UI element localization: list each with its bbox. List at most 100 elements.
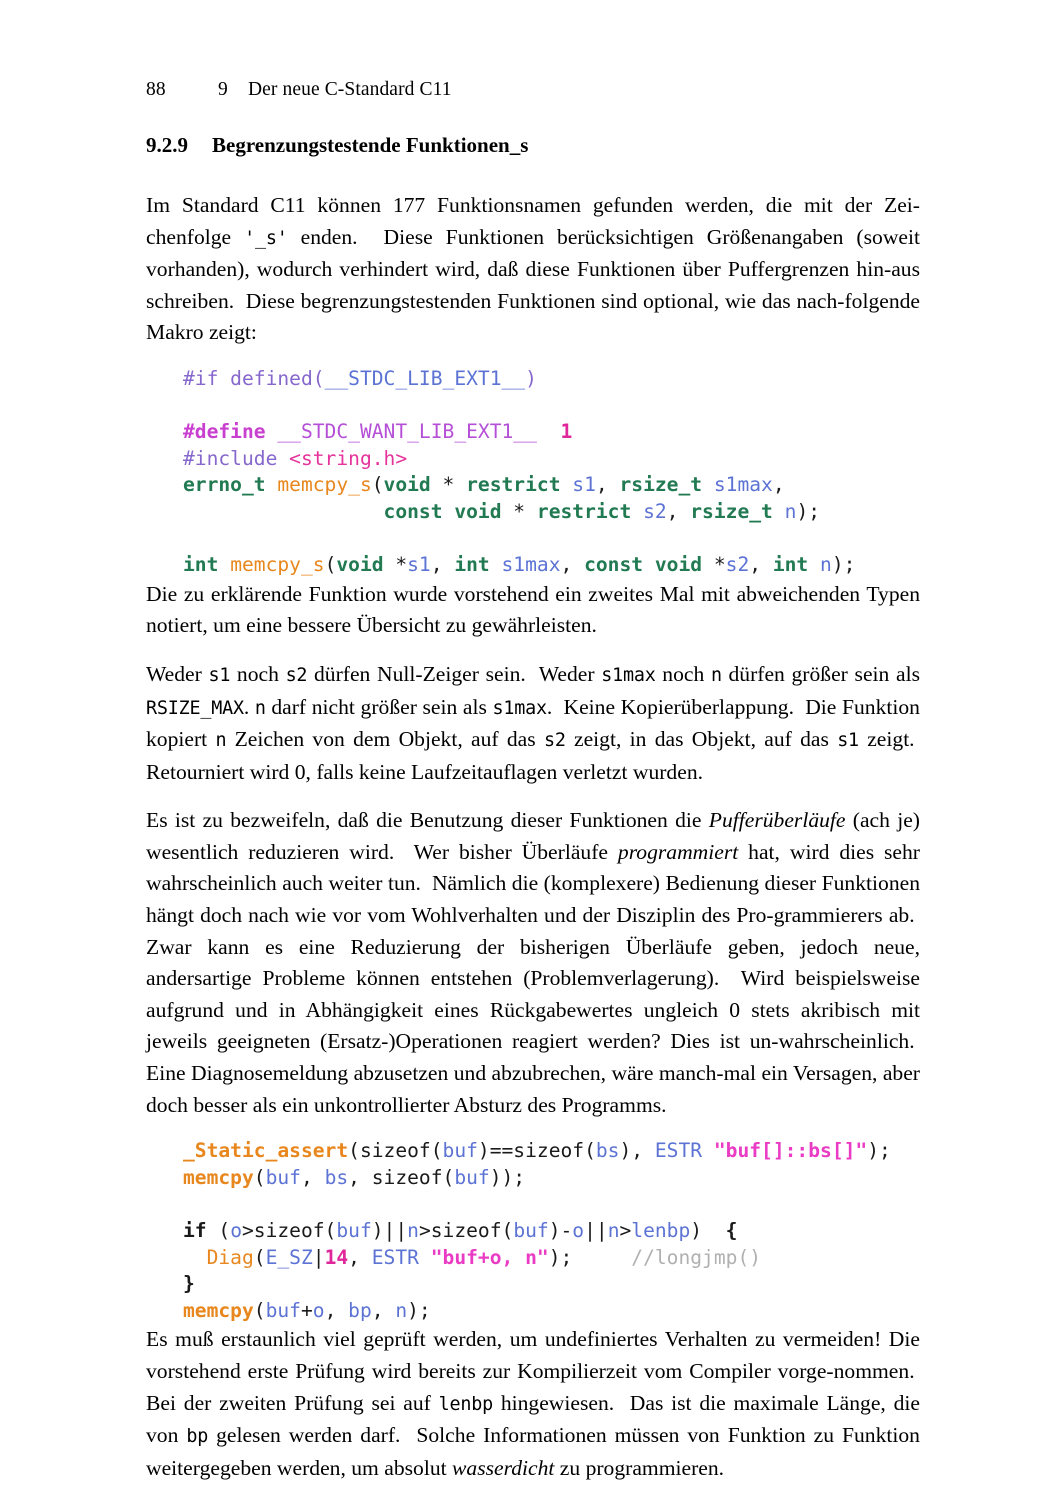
paragraph-explanation: Die zu erklärende Funktion wurde vorsteh… bbox=[146, 581, 920, 638]
code-plus: + bbox=[300, 1298, 313, 1322]
running-head: 88 9 Der neue C-Standard C11 bbox=[146, 78, 920, 102]
code-number-14: 14 bbox=[324, 1245, 349, 1269]
code-var-bp: bp bbox=[348, 1298, 372, 1322]
code-paren-open-3: ( bbox=[253, 1165, 266, 1189]
code-or-1: )|| bbox=[371, 1219, 408, 1242]
code-preprocessor-if: #if defined( bbox=[183, 366, 325, 390]
code-var-bs-2: bs bbox=[324, 1165, 349, 1189]
code-gt-sizeof: >sizeof( bbox=[241, 1219, 337, 1242]
inline-code-s2: s2 bbox=[285, 664, 308, 686]
code-var-buf: buf bbox=[442, 1139, 478, 1163]
code-paren-open-4: ( bbox=[253, 1245, 266, 1269]
code-preprocessor-include: #include bbox=[183, 446, 290, 470]
code-close-semicolon: ); bbox=[867, 1139, 891, 1163]
code-type-errno-t: errno_t bbox=[183, 473, 266, 497]
code-param-s2: s2 bbox=[643, 499, 667, 523]
code-param-n-2: n bbox=[820, 553, 832, 577]
code-function-memcpy: memcpy bbox=[183, 1165, 254, 1189]
code-var-n-2: n bbox=[607, 1219, 620, 1242]
inline-code-n-3: n bbox=[215, 730, 227, 752]
code-paren-open-5: ( bbox=[253, 1298, 266, 1322]
code-comma-8: , bbox=[348, 1245, 372, 1269]
code-function-memcpy-s: memcpy_s bbox=[277, 473, 372, 497]
code-var-buf-6: buf bbox=[265, 1298, 301, 1322]
code-gt-sizeof-2: >sizeof( bbox=[418, 1219, 514, 1242]
code-const-e-sz: E_SZ bbox=[265, 1245, 313, 1269]
code-keyword-const: const bbox=[383, 499, 443, 523]
code-comma-6: , bbox=[749, 553, 773, 577]
code-block-macro-declaration: #if defined(__STDC_LIB_EXT1__) #define _… bbox=[146, 366, 920, 579]
code-var-n: n bbox=[407, 1219, 419, 1242]
inline-code-rsize-max: RSIZE_MAX bbox=[146, 697, 244, 719]
code-header-string-h: <string.h> bbox=[289, 446, 408, 470]
code-paren-close: ) bbox=[525, 366, 537, 390]
code-var-o-3: o bbox=[312, 1298, 325, 1322]
emphasis-pufferueberlaeufe: Pufferüberläufe bbox=[708, 808, 846, 833]
code-star-2: * bbox=[501, 499, 537, 523]
code-minus: )- bbox=[548, 1219, 573, 1242]
paragraph-conclusion: Es muß erstaunlich viel geprüft werden, … bbox=[146, 1327, 921, 1480]
code-pipe: | bbox=[312, 1245, 325, 1269]
inline-code-s2-2: s2 bbox=[543, 730, 566, 752]
code-comma-sizeof: , sizeof( bbox=[348, 1165, 455, 1189]
document-page: 88 9 Der neue C-Standard C11 9.2.9 Begrenzu… bbox=[0, 0, 1050, 1500]
inline-code-lenbp: lenbp bbox=[438, 1393, 494, 1415]
code-paren-close-semicolon: ); bbox=[796, 499, 821, 523]
code-block-example-checks: _Static_assert(sizeof(buf)==sizeof(bs), … bbox=[146, 1138, 920, 1324]
code-comma: , bbox=[595, 473, 620, 497]
code-var-o-2: o bbox=[572, 1219, 585, 1242]
code-comma-5: , bbox=[560, 553, 585, 577]
code-brace-close: } bbox=[183, 1272, 195, 1296]
paragraph-constraints: Weder s1 noch s2 dürfen Null-Zeiger sein… bbox=[146, 661, 920, 784]
code-close-semicolon-2: )); bbox=[489, 1165, 526, 1189]
code-var-buf-2: buf bbox=[265, 1165, 301, 1189]
code-keyword-restrict: restrict bbox=[466, 473, 561, 497]
section-heading: 9.2.9 Begrenzungstestende Funktionen_s bbox=[146, 132, 920, 158]
emphasis-programmiert: programmiert bbox=[617, 839, 739, 864]
code-if-paren: ( bbox=[206, 1219, 231, 1242]
code-macro-estr: ESTR bbox=[654, 1139, 703, 1163]
code-comma-10: , bbox=[371, 1298, 396, 1322]
code-gap bbox=[537, 420, 561, 443]
code-brace-open: { bbox=[725, 1219, 738, 1242]
code-param-s1: s1 bbox=[572, 473, 596, 497]
code-function-memcpy-2: memcpy bbox=[183, 1298, 254, 1322]
section-number: 9.2.9 bbox=[146, 133, 188, 157]
code-function-static-assert: _Static_assert bbox=[183, 1139, 349, 1163]
code-sizeof-open: (sizeof( bbox=[348, 1139, 443, 1163]
code-number-one: 1 bbox=[560, 420, 573, 444]
code-type-void-2: void bbox=[454, 499, 502, 523]
code-var-buf-4: buf bbox=[336, 1219, 372, 1242]
code-eq-sizeof: )==sizeof( bbox=[477, 1139, 596, 1163]
code-var-bs: bs bbox=[595, 1139, 620, 1163]
emphasis-wasserdicht: wasserdicht bbox=[452, 1455, 555, 1480]
chapter-number: 9 bbox=[218, 79, 228, 100]
code-type-int: int bbox=[183, 553, 219, 577]
paragraph-intro: Im Standard C11 können 177 Funktionsname… bbox=[146, 193, 920, 345]
chapter-title: Der neue C-Standard C11 bbox=[248, 79, 452, 100]
inline-code-n-2: n bbox=[254, 697, 266, 719]
code-type-void-3: void bbox=[336, 553, 384, 577]
code-paren-close-semicolon-2: ); bbox=[831, 553, 856, 577]
code-var-buf-5: buf bbox=[513, 1219, 549, 1242]
inline-code-n: n bbox=[710, 664, 722, 686]
code-comma-9: , bbox=[324, 1298, 349, 1322]
code-function-diag: Diag bbox=[206, 1245, 254, 1269]
code-close-semicolon-4: ); bbox=[407, 1298, 431, 1322]
code-var-lenbp: lenbp bbox=[631, 1219, 691, 1242]
code-gap-2 bbox=[572, 1246, 631, 1269]
code-type-int-3: int bbox=[772, 553, 809, 577]
code-macro-stdc-lib-ext1: __STDC_LIB_EXT1__ bbox=[324, 366, 526, 390]
code-star-3: * bbox=[383, 553, 408, 577]
code-close-comma: ), bbox=[619, 1139, 655, 1163]
code-param-s1max: s1max bbox=[713, 473, 773, 497]
code-close-paren-gap: ) bbox=[690, 1219, 726, 1242]
inline-code-suffix-s: '_s' bbox=[244, 227, 288, 249]
code-var-n-3: n bbox=[395, 1298, 408, 1322]
code-type-rsize-t: rsize_t bbox=[619, 473, 703, 497]
code-param-n: n bbox=[784, 499, 797, 523]
code-string-buf-bs: "buf[]::bs[]" bbox=[713, 1139, 868, 1163]
code-keyword-restrict-2: restrict bbox=[536, 499, 632, 523]
